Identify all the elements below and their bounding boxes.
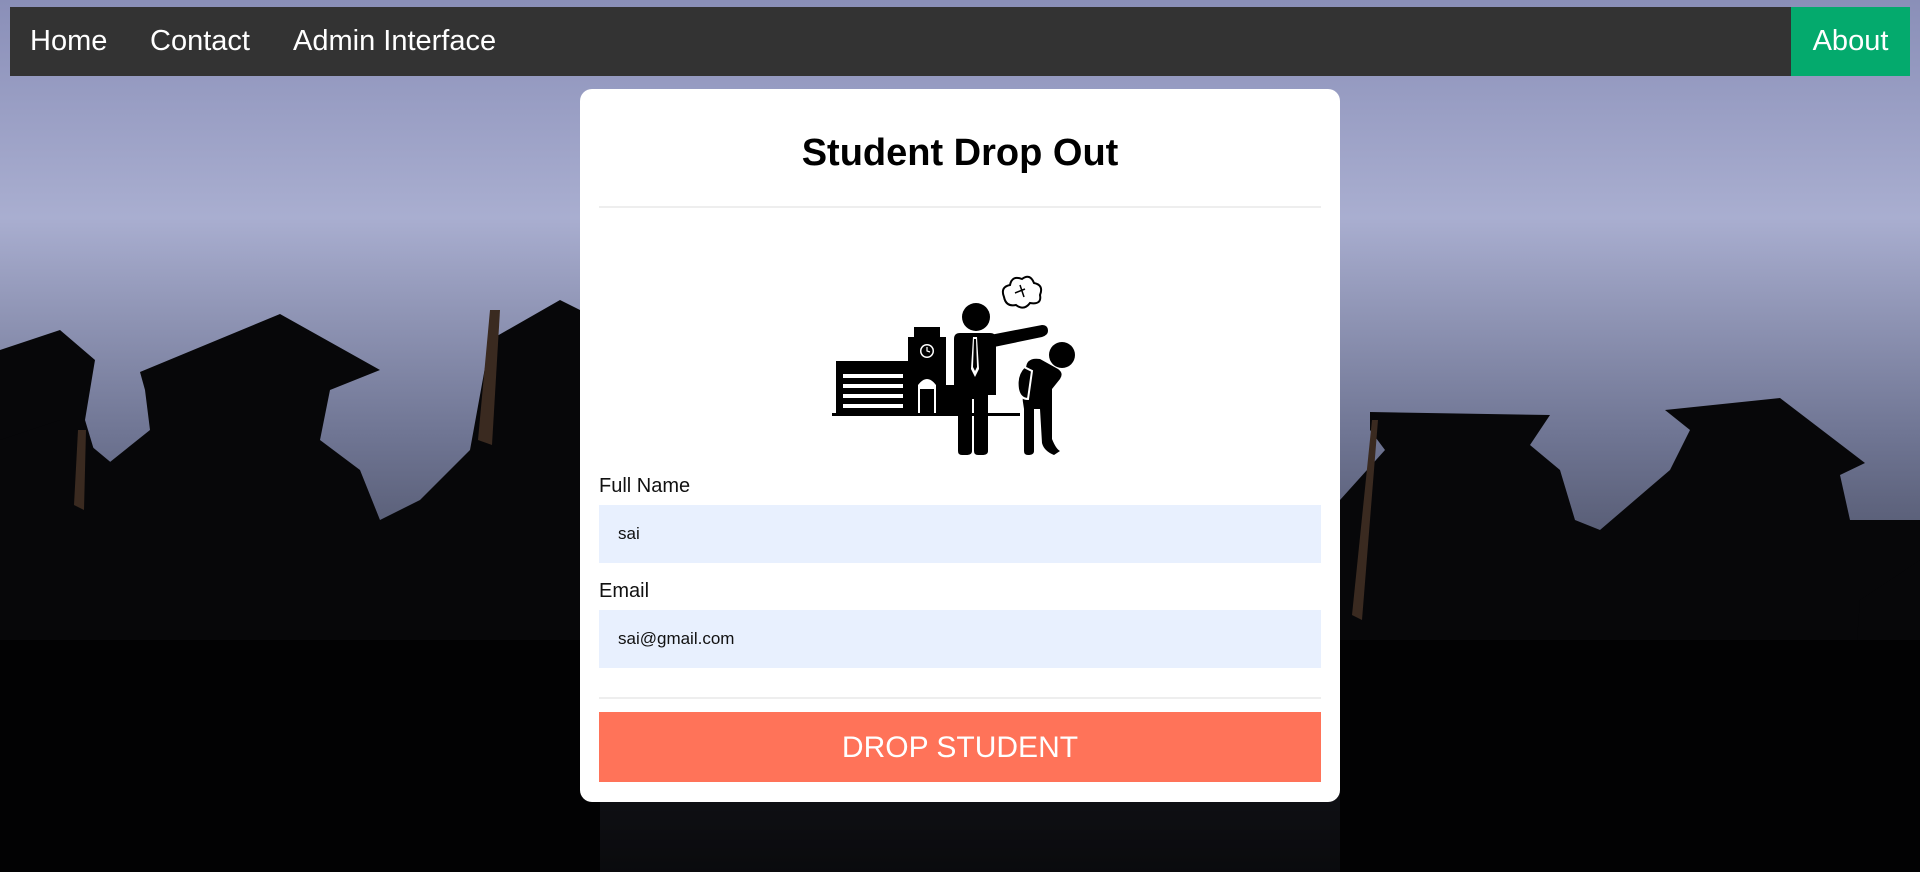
divider [599, 206, 1321, 208]
nav-admin-interface-link[interactable]: Admin Interface [293, 7, 496, 76]
email-label: Email [599, 580, 650, 602]
divider [599, 697, 1321, 699]
nav-contact-link[interactable]: Contact [150, 7, 250, 76]
page-title: Student Drop Out [801, 132, 1119, 174]
drop-out-form-card: Student Drop Out Full Name Emai [580, 89, 1340, 802]
nav-about-link[interactable]: About [1791, 7, 1910, 76]
email-input[interactable] [599, 610, 1321, 668]
full-name-label: Full Name [599, 475, 691, 497]
drop-student-button[interactable]: DROP STUDENT [599, 712, 1321, 782]
teacher-expelling-student-illustration [832, 275, 1075, 455]
top-navbar: Home Contact Admin Interface About [10, 7, 1910, 76]
nav-home-link[interactable]: Home [30, 7, 107, 76]
full-name-input[interactable] [599, 505, 1321, 563]
